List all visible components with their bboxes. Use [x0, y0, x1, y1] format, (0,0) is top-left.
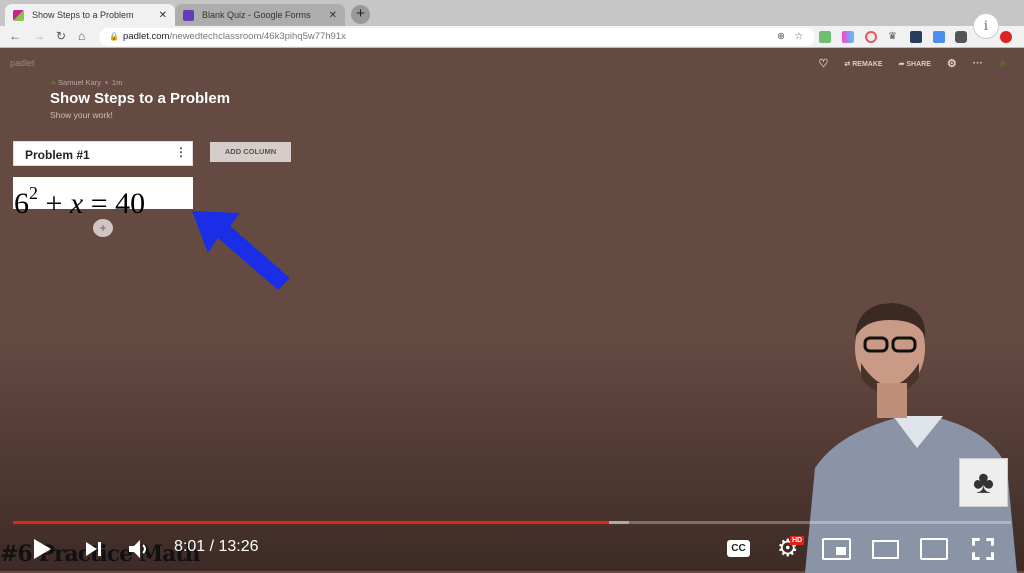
padlet-page: padlet ♡ ⇄ REMAKE ➦ SHARE ⚙ ··· ♣ ♣ Samu…	[0, 48, 1024, 573]
math-post[interactable]: 62 + x = 40	[13, 177, 193, 220]
channel-logo[interactable]: ♣	[959, 458, 1008, 507]
math-equals: =	[90, 187, 108, 220]
extension-icon[interactable]	[819, 31, 831, 43]
time-display: 8:01 / 13:26	[174, 538, 259, 555]
padlet-logo[interactable]: padlet	[10, 58, 35, 68]
kebab-menu-icon[interactable]: ⋮	[175, 145, 187, 159]
extension-icon[interactable]	[933, 31, 945, 43]
extension-icon[interactable]	[842, 31, 854, 43]
tab-title: Show Steps to a Problem	[32, 10, 134, 20]
extension-icon[interactable]	[865, 31, 877, 43]
column-header[interactable]: Problem #1 ⋮	[13, 141, 193, 166]
math-base: 6	[14, 187, 29, 220]
profile-icon[interactable]	[1000, 31, 1012, 43]
captions-button[interactable]: CC	[727, 540, 750, 557]
math-exponent: 2	[29, 183, 38, 203]
extension-icon[interactable]	[910, 31, 922, 43]
math-rhs: 40	[115, 187, 146, 220]
back-icon[interactable]: ←	[9, 29, 21, 43]
reload-icon[interactable]: ↻	[56, 29, 66, 43]
new-tab-button[interactable]: +	[351, 5, 370, 24]
add-column-button[interactable]: ADD COLUMN	[210, 142, 291, 162]
padlet-favicon	[13, 9, 24, 21]
bookmark-star-icon[interactable]: ☆	[794, 28, 803, 46]
forms-favicon	[183, 9, 194, 21]
close-tab-icon[interactable]: ✕	[159, 10, 167, 21]
blue-arrow-annotation	[192, 211, 290, 290]
video-progress-bar[interactable]	[13, 521, 1011, 524]
presenter-video	[805, 303, 1017, 573]
hd-badge: HD	[790, 536, 805, 545]
play-icon[interactable]	[32, 538, 52, 560]
url-domain: padlet.com	[123, 31, 170, 42]
puzzle-extensions-icon[interactable]	[955, 31, 967, 43]
more-icon[interactable]: ···	[973, 58, 983, 69]
zoom-icon[interactable]: ⊕	[777, 28, 785, 46]
url-input[interactable]: 🔒 padlet.com/newedtechclassroom/46k3pihq…	[99, 28, 815, 46]
tree-icon: ♣	[973, 464, 994, 500]
volume-icon[interactable]	[128, 539, 150, 559]
tree-avatar-icon[interactable]: ♣	[999, 58, 1006, 70]
home-icon[interactable]: ⌂	[78, 29, 85, 43]
remake-button[interactable]: ⇄ REMAKE	[844, 60, 882, 68]
tab-show-steps[interactable]: Show Steps to a Problem ✕	[5, 4, 175, 26]
post-age: 1m	[111, 78, 123, 87]
add-post-button[interactable]: +	[93, 219, 113, 237]
page-subtitle: Show your work!	[50, 110, 113, 120]
played-bar	[13, 521, 609, 524]
math-plus: +	[45, 187, 63, 220]
extension-icon[interactable]: ♛	[888, 31, 900, 43]
tab-google-forms[interactable]: Blank Quiz - Google Forms ✕	[175, 4, 345, 26]
math-variable: x	[69, 187, 84, 220]
page-title: Show Steps to a Problem	[50, 90, 231, 107]
author-line: ♣ Samuel Kary • 1m	[51, 78, 123, 87]
next-icon[interactable]	[85, 541, 103, 557]
heart-icon[interactable]: ♡	[819, 57, 829, 70]
padlet-toolbar: ♡ ⇄ REMAKE ➦ SHARE ⚙ ··· ♣	[819, 57, 1006, 71]
address-bar-row: ← → ↻ ⌂ 🔒 padlet.com/newedtechclassroom/…	[0, 26, 1024, 48]
share-button[interactable]: ➦ SHARE	[899, 60, 931, 68]
theater-mode-icon[interactable]	[872, 540, 899, 559]
author-name: Samuel Kary	[58, 78, 101, 87]
gear-icon[interactable]: ⚙	[947, 57, 957, 70]
share-label: SHARE	[906, 60, 931, 68]
column-title: Problem #1	[25, 148, 90, 162]
tree-avatar-icon: ♣	[51, 78, 56, 87]
cast-icon[interactable]	[920, 538, 948, 560]
close-tab-icon[interactable]: ✕	[329, 10, 337, 21]
forward-icon[interactable]: →	[33, 29, 45, 43]
tab-title: Blank Quiz - Google Forms	[202, 10, 311, 20]
browser-tab-bar: Show Steps to a Problem ✕ Blank Quiz - G…	[0, 0, 1024, 26]
remake-label: REMAKE	[852, 60, 883, 68]
url-path: /newedtechclassroom/46k3pihq5w77h91x	[169, 31, 346, 42]
video-info-icon[interactable]: i	[973, 13, 999, 39]
miniplayer-icon[interactable]	[822, 538, 851, 560]
lock-icon: 🔒	[109, 32, 119, 41]
